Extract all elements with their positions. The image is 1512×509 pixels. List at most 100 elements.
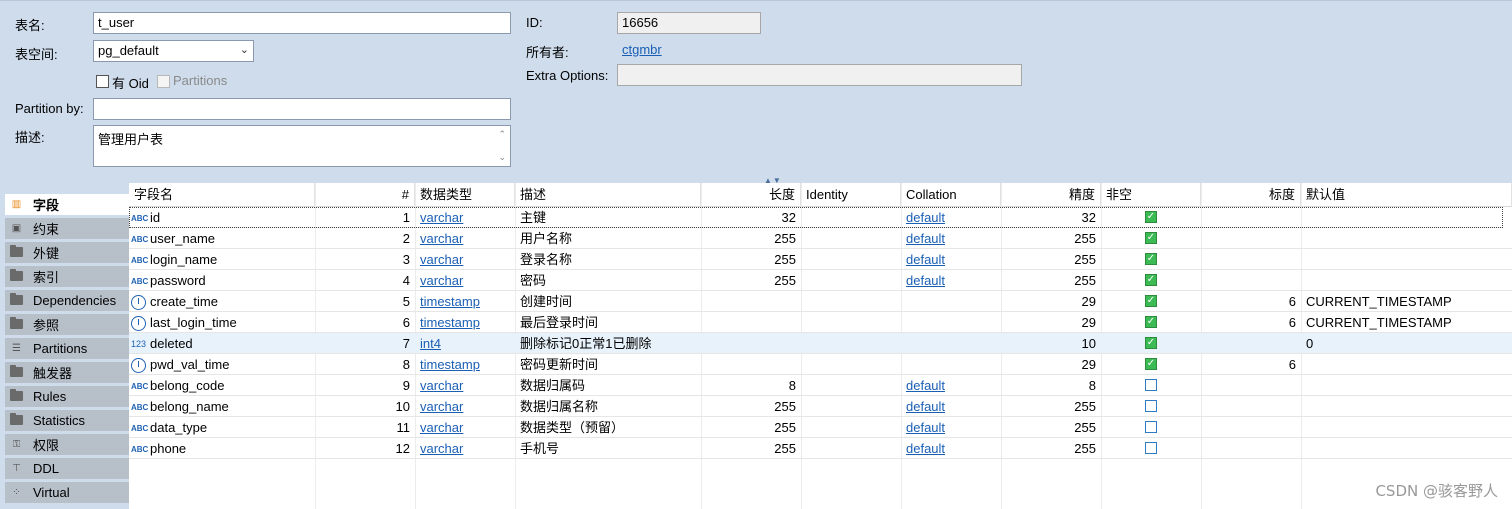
cell-scale[interactable]: 6 [1201,291,1301,312]
cell-field-name[interactable]: ABC phone [129,438,315,459]
collation-link[interactable]: default [906,210,945,225]
cell-num[interactable]: 4 [315,270,415,291]
tab-外键[interactable]: 外键 [5,242,129,264]
cell-data-type[interactable]: varchar [415,249,515,270]
cell-identity[interactable] [801,312,901,333]
cell-precision[interactable]: 32 [1001,207,1101,228]
cell-data-type[interactable]: timestamp [415,291,515,312]
cell-data-type[interactable]: varchar [415,228,515,249]
cell-collation[interactable] [901,312,1001,333]
cell-num[interactable]: 8 [315,354,415,375]
not-null-checkbox[interactable] [1145,442,1157,454]
cell-data-type[interactable]: varchar [415,375,515,396]
cell-precision[interactable]: 8 [1001,375,1101,396]
cell-default[interactable]: CURRENT_TIMESTAMP [1301,291,1512,312]
not-null-checkbox[interactable]: ✓ [1145,274,1157,286]
col-header-data-type[interactable]: 数据类型 [415,183,515,207]
cell-identity[interactable] [801,270,901,291]
cell-scale[interactable]: 6 [1201,312,1301,333]
data-type-link[interactable]: timestamp [420,294,480,309]
cell-field-name[interactable]: pwd_val_time [129,354,315,375]
not-null-checkbox[interactable]: ✓ [1145,316,1157,328]
not-null-checkbox[interactable]: ✓ [1145,253,1157,265]
cell-field-name[interactable]: 123 deleted [129,333,315,354]
data-type-link[interactable]: varchar [420,231,463,246]
table-row[interactable]: ABC belong_name 10 varchar 数据归属名称 255 default 2… [129,396,1512,417]
cell-collation[interactable]: default [901,417,1001,438]
cell-description[interactable]: 最后登录时间 [515,312,701,333]
cell-length[interactable]: 255 [701,249,801,270]
cell-precision[interactable]: 255 [1001,417,1101,438]
table-row[interactable]: last_login_time 6 timestamp 最后登录时间 29 ✓ 6 CURRE… [129,312,1512,333]
col-header-scale[interactable]: 标度 [1201,183,1301,207]
cell-scale[interactable] [1201,207,1301,228]
table-row[interactable]: ABC password 4 varchar 密码 255 default 255 ✓ [129,270,1512,291]
cell-collation[interactable] [901,354,1001,375]
cell-not-null[interactable]: ✓ [1101,270,1201,291]
tab-约束[interactable]: ▣ 约束 [5,218,129,240]
cell-scale[interactable] [1201,438,1301,459]
cell-description[interactable]: 登录名称 [515,249,701,270]
cell-num[interactable]: 9 [315,375,415,396]
cell-collation[interactable] [901,333,1001,354]
cell-num[interactable]: 6 [315,312,415,333]
table-row[interactable]: ABC belong_code 9 varchar 数据归属码 8 default 8 [129,375,1512,396]
scroll-down-icon[interactable]: ⌄ [498,152,506,163]
not-null-checkbox[interactable]: ✓ [1145,337,1157,349]
col-header-default[interactable]: 默认值 [1301,183,1512,207]
collation-link[interactable]: default [906,231,945,246]
cell-length[interactable] [701,333,801,354]
cell-field-name[interactable]: ABC belong_name [129,396,315,417]
cell-field-name[interactable]: last_login_time [129,312,315,333]
cell-data-type[interactable]: varchar [415,396,515,417]
collation-link[interactable]: default [906,441,945,456]
cell-description[interactable]: 数据归属码 [515,375,701,396]
cell-not-null[interactable]: ✓ [1101,207,1201,228]
collation-link[interactable]: default [906,252,945,267]
cell-field-name[interactable]: ABC id [129,207,315,228]
col-header-description[interactable]: 描述 [515,183,701,207]
data-type-link[interactable]: varchar [420,399,463,414]
cell-description[interactable]: 删除标记0正常1已删除 [515,333,701,354]
cell-field-name[interactable]: ABC belong_code [129,375,315,396]
cell-num[interactable]: 12 [315,438,415,459]
cell-default[interactable] [1301,438,1512,459]
data-type-link[interactable]: timestamp [420,315,480,330]
cell-length[interactable]: 32 [701,207,801,228]
cell-scale[interactable] [1201,375,1301,396]
cell-not-null[interactable] [1101,438,1201,459]
cell-field-name[interactable]: ABC login_name [129,249,315,270]
description-textarea[interactable]: 管理用户表 ⌃ ⌄ [93,125,511,167]
cell-precision[interactable]: 255 [1001,396,1101,417]
cell-field-name[interactable]: ABC data_type [129,417,315,438]
cell-data-type[interactable]: varchar [415,207,515,228]
not-null-checkbox[interactable]: ✓ [1145,295,1157,307]
cell-collation[interactable]: default [901,249,1001,270]
cell-description[interactable]: 密码 [515,270,701,291]
tab-partitions[interactable]: ☰ Partitions [5,338,129,360]
data-type-link[interactable]: varchar [420,210,463,225]
cell-data-type[interactable]: int4 [415,333,515,354]
cell-collation[interactable]: default [901,438,1001,459]
cell-identity[interactable] [801,207,901,228]
data-type-link[interactable]: int4 [420,336,441,351]
cell-not-null[interactable]: ✓ [1101,354,1201,375]
data-type-link[interactable]: varchar [420,273,463,288]
cell-identity[interactable] [801,291,901,312]
cell-collation[interactable]: default [901,270,1001,291]
cell-length[interactable] [701,312,801,333]
cell-num[interactable]: 1 [315,207,415,228]
cell-num[interactable]: 2 [315,228,415,249]
data-type-link[interactable]: varchar [420,378,463,393]
not-null-checkbox[interactable] [1145,400,1157,412]
cell-identity[interactable] [801,375,901,396]
tab-字段[interactable]: ▥ 字段 [5,194,129,216]
cell-default[interactable] [1301,270,1512,291]
cell-not-null[interactable]: ✓ [1101,333,1201,354]
tab-参照[interactable]: 参照 [5,314,129,336]
col-header-field-name[interactable]: 字段名 [129,183,315,207]
has-oid-checkbox[interactable] [96,75,109,88]
cell-scale[interactable]: 6 [1201,354,1301,375]
cell-collation[interactable] [901,291,1001,312]
table-row[interactable]: 123 deleted 7 int4 删除标记0正常1已删除 10 ✓ 0 [129,333,1512,354]
